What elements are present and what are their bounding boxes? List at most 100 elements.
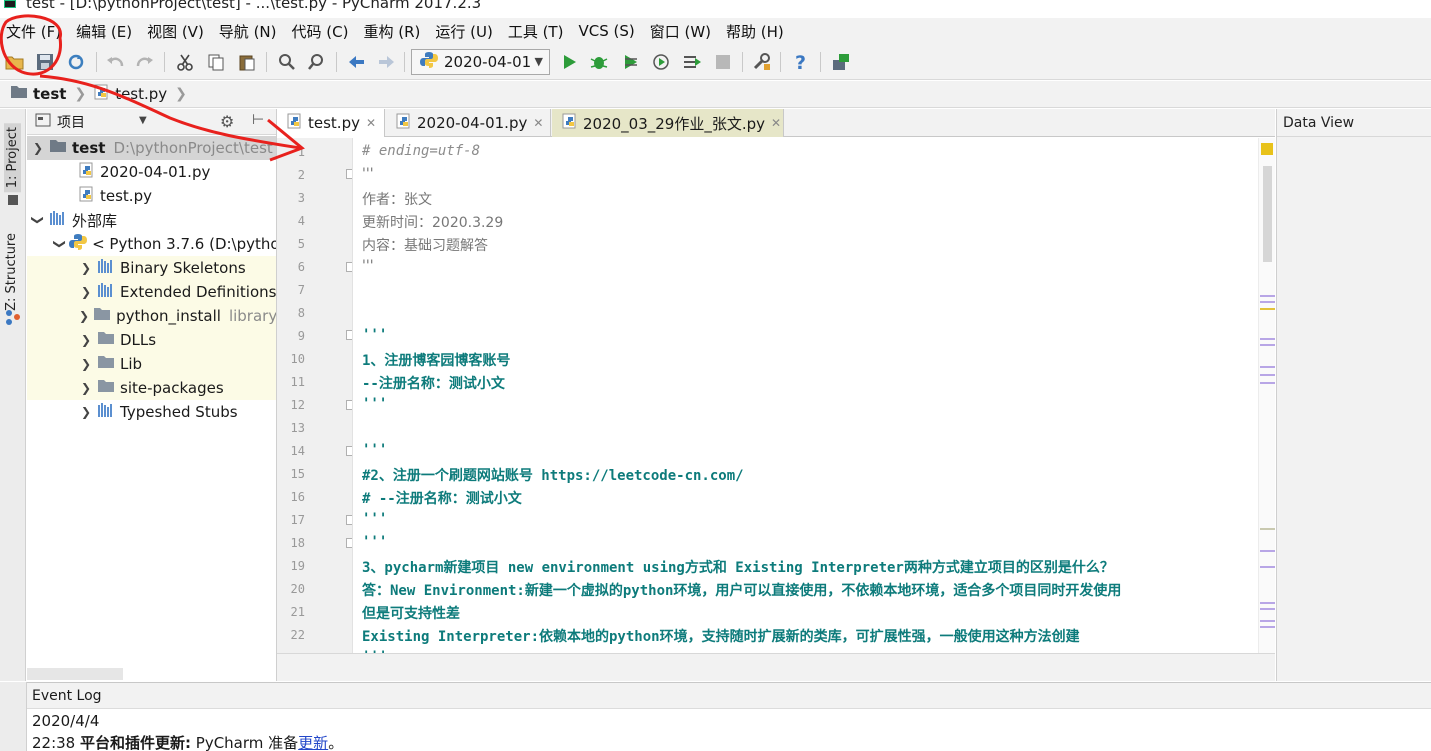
chevron-down-icon[interactable]: ▼ — [139, 115, 147, 126]
cut-icon[interactable] — [174, 51, 196, 73]
menu-edit[interactable]: 编辑 (E) — [76, 21, 132, 42]
menu-refactor[interactable]: 重构 (R) — [363, 21, 420, 42]
coverage-icon[interactable] — [619, 51, 641, 73]
error-stripe-mark[interactable] — [1260, 550, 1275, 552]
tree-item-python-sdk[interactable]: ❯ < Python 3.7.6 (D:\python — [27, 232, 276, 256]
chevron-right-icon[interactable]: ❯ — [79, 333, 93, 347]
editor-tab-test-py[interactable]: test.py ✕ — [277, 109, 385, 137]
chevron-down-icon[interactable]: ❯ — [31, 213, 45, 227]
error-stripe-mark[interactable] — [1260, 608, 1275, 610]
editor-tab-2020-04-01-py[interactable]: 2020-04-01.py ✕ — [386, 109, 551, 137]
event-log-title[interactable]: Event Log — [27, 683, 1431, 709]
close-icon[interactable]: ✕ — [771, 116, 781, 130]
sync-icon[interactable] — [65, 51, 87, 73]
concurrency-icon[interactable] — [681, 51, 703, 73]
data-view-title[interactable]: Data View — [1277, 109, 1431, 137]
chevron-right-icon[interactable]: ❯ — [79, 405, 93, 419]
tree-item-library[interactable]: ❯ site-packages — [27, 376, 276, 400]
tree-item-library[interactable]: ❯ python_install library — [27, 304, 276, 328]
error-stripe-mark[interactable] — [1260, 566, 1275, 568]
chevron-right-icon[interactable]: ❯ — [79, 381, 93, 395]
settings-icon[interactable] — [751, 51, 773, 73]
error-stripe-mark[interactable] — [1260, 620, 1275, 622]
error-stripe-mark[interactable] — [1260, 295, 1275, 297]
code-editor[interactable]: # ending=utf-8 ''' 作者：张文 更新时间：2020.3.29 … — [354, 138, 1258, 653]
open-folder-icon[interactable] — [4, 51, 26, 73]
stop-icon[interactable] — [712, 51, 734, 73]
tool-tab-structure[interactable]: Z: Structure — [4, 233, 19, 311]
tree-item-project-root[interactable]: ❯ test D:\pythonProject\test — [27, 136, 276, 160]
tree-item-library[interactable]: ❯ Typeshed Stubs — [27, 400, 276, 424]
fold-marker[interactable] — [346, 400, 352, 410]
error-stripe-mark[interactable] — [1260, 308, 1275, 310]
close-icon[interactable]: ✕ — [533, 116, 543, 130]
menu-tools[interactable]: 工具 (T) — [508, 21, 564, 42]
run-icon[interactable] — [558, 51, 580, 73]
editor-tab-homework-py[interactable]: 2020_03_29作业_张文.py ✕ — [552, 109, 784, 137]
help-icon[interactable]: ? — [790, 51, 812, 73]
tree-item-library[interactable]: ❯ Lib — [27, 352, 276, 376]
editor-vertical-scrollbar[interactable] — [1258, 138, 1275, 653]
hide-panel-icon[interactable]: ⊢ — [252, 112, 264, 128]
error-stripe-mark[interactable] — [1260, 344, 1275, 346]
paste-icon[interactable] — [236, 51, 258, 73]
find-icon[interactable] — [276, 51, 298, 73]
menu-run[interactable]: 运行 (U) — [435, 21, 492, 42]
menu-window[interactable]: 窗口 (W) — [650, 21, 711, 42]
fold-marker[interactable] — [346, 169, 352, 179]
tree-item-file[interactable]: 2020-04-01.py — [27, 160, 276, 184]
fold-marker[interactable] — [346, 515, 352, 525]
debug-icon[interactable] — [588, 51, 610, 73]
replace-icon[interactable] — [306, 51, 328, 73]
tool-tab-project[interactable]: 1: Project — [4, 123, 21, 193]
error-stripe-mark[interactable] — [1260, 382, 1275, 384]
sdk-icon[interactable] — [830, 51, 852, 73]
fold-marker[interactable] — [346, 330, 352, 340]
tree-item-library[interactable]: ❯ DLLs — [27, 328, 276, 352]
undo-icon[interactable] — [104, 51, 126, 73]
back-icon[interactable] — [345, 51, 367, 73]
tree-item-external-libraries[interactable]: ❯ 外部库 — [27, 208, 276, 232]
chevron-right-icon[interactable]: ❯ — [79, 285, 93, 299]
breadcrumb-file[interactable]: test.py — [94, 84, 167, 104]
profile-icon[interactable] — [650, 51, 672, 73]
scrollbar-thumb[interactable] — [1263, 166, 1272, 262]
close-icon[interactable]: ✕ — [366, 116, 376, 130]
gear-icon[interactable]: ⚙ — [220, 112, 234, 131]
error-stripe-mark[interactable] — [1260, 374, 1275, 376]
menu-vcs[interactable]: VCS (S) — [578, 22, 634, 40]
update-link[interactable]: 更新 — [298, 734, 328, 751]
error-stripe-mark[interactable] — [1260, 626, 1275, 628]
fold-marker[interactable] — [346, 538, 352, 548]
run-configuration-selector[interactable]: 2020-04-01 ▼ — [411, 49, 550, 75]
chevron-down-icon[interactable]: ❯ — [31, 141, 45, 155]
menu-help[interactable]: 帮助 (H) — [726, 21, 784, 42]
error-stripe-mark[interactable] — [1260, 338, 1275, 340]
project-horizontal-scrollbar[interactable] — [27, 668, 123, 680]
tree-item-library[interactable]: ❯ Binary Skeletons — [27, 256, 276, 280]
chevron-down-icon[interactable]: ❯ — [53, 239, 67, 249]
project-view-selector[interactable]: 项目 — [57, 112, 85, 132]
menu-file[interactable]: 文件 (F) — [6, 21, 61, 42]
redo-icon[interactable] — [134, 51, 156, 73]
tree-item-file[interactable]: test.py — [27, 184, 276, 208]
forward-icon[interactable] — [376, 51, 398, 73]
fold-marker[interactable] — [346, 262, 352, 272]
save-icon[interactable] — [34, 51, 56, 73]
error-stripe-mark[interactable] — [1260, 528, 1275, 530]
breadcrumb-project[interactable]: test — [10, 85, 66, 103]
editor-horizontal-scrollbar[interactable] — [277, 653, 1275, 681]
error-stripe-mark[interactable] — [1260, 602, 1275, 604]
menu-navigate[interactable]: 导航 (N) — [219, 21, 277, 42]
fold-marker[interactable] — [346, 446, 352, 456]
tree-item-library[interactable]: ❯ Extended Definitions — [27, 280, 276, 304]
chevron-right-icon[interactable]: ❯ — [79, 309, 89, 323]
error-stripe-mark[interactable] — [1260, 366, 1275, 368]
editor-gutter[interactable]: 1 2 3 4 5 6 7 8 9 10 11 12 13 14 15 16 1… — [277, 138, 353, 653]
inspection-status-icon[interactable] — [1261, 143, 1273, 155]
copy-icon[interactable] — [205, 51, 227, 73]
menu-code[interactable]: 代码 (C) — [292, 21, 349, 42]
error-stripe-mark[interactable] — [1260, 301, 1275, 303]
chevron-right-icon[interactable]: ❯ — [79, 261, 93, 275]
chevron-right-icon[interactable]: ❯ — [79, 357, 93, 371]
